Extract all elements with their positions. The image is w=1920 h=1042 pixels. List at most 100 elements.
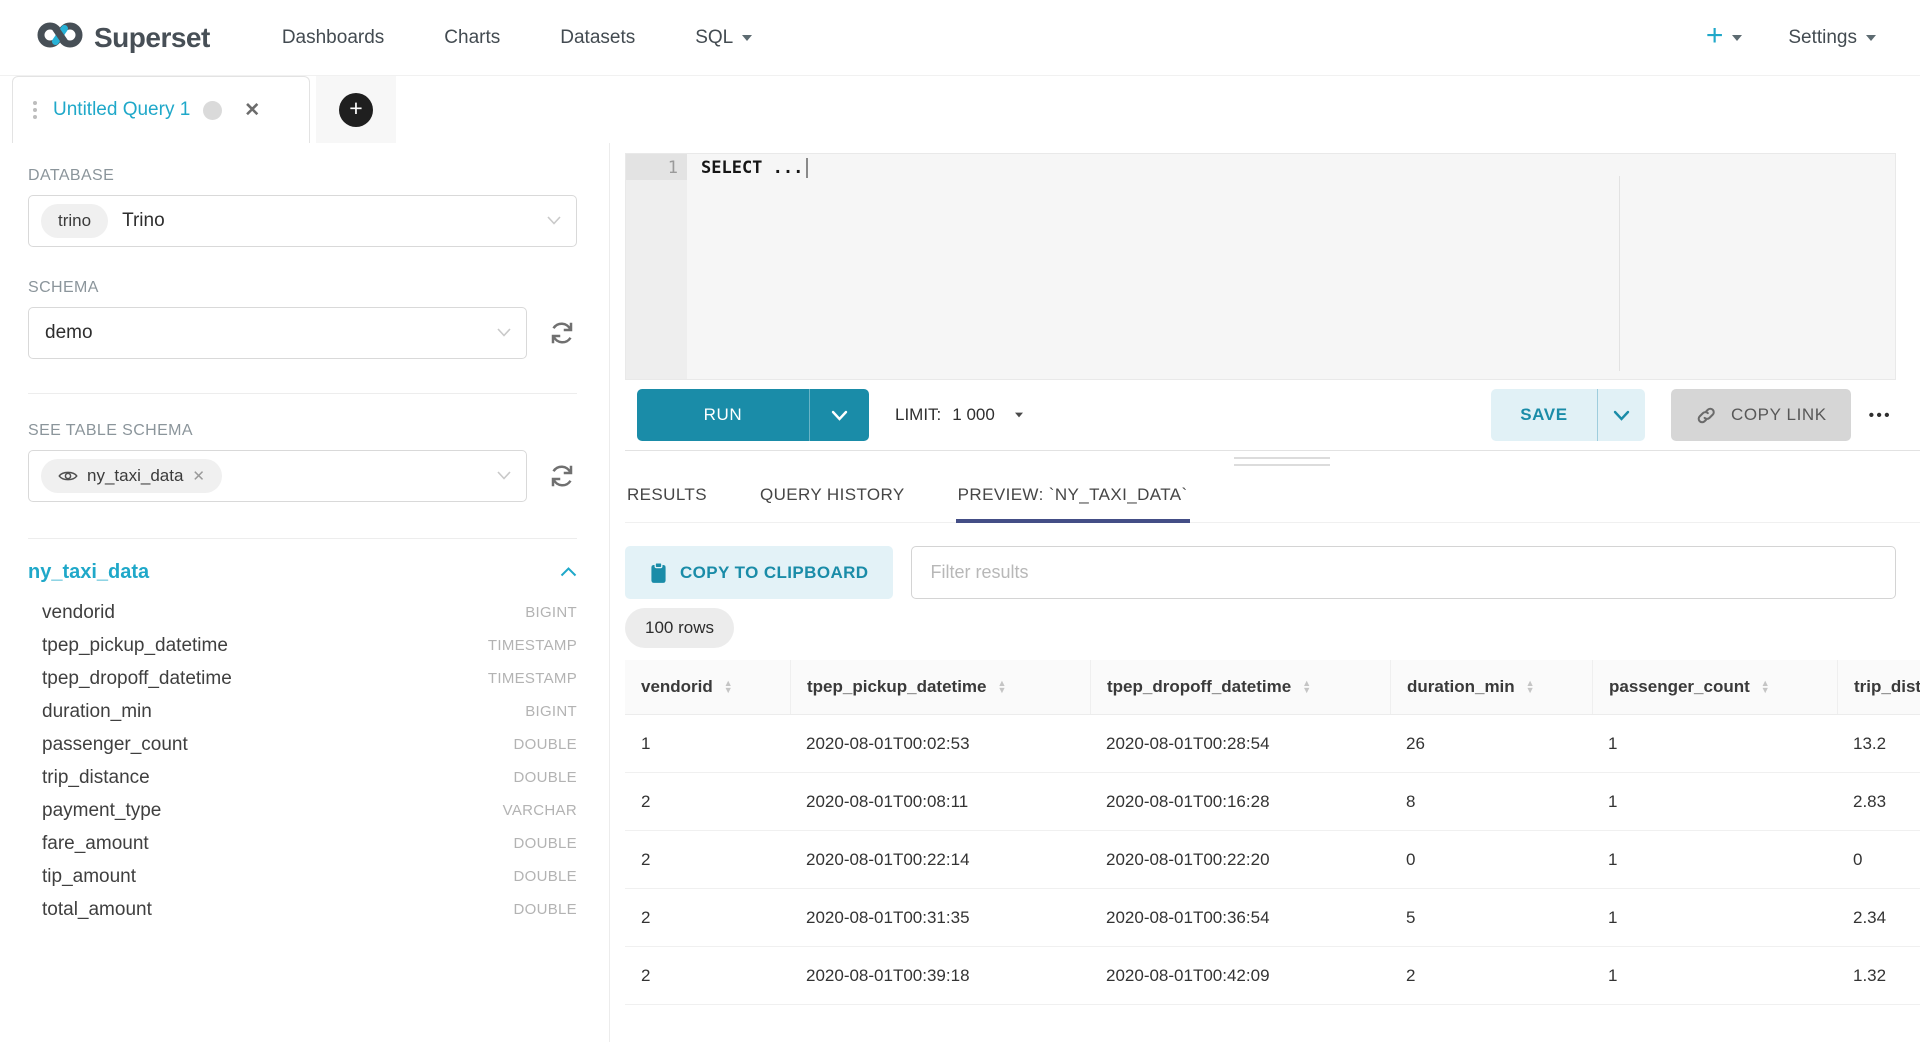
database-select[interactable]: trino Trino [28,195,577,247]
limit-value: 1 000 [952,405,995,425]
resize-handle[interactable] [1234,457,1330,471]
table-cell: 0 [1390,850,1592,870]
column-name: vendorid [42,602,115,624]
query-tab[interactable]: Untitled Query 1 ✕ [12,76,310,143]
schema-select[interactable]: demo [28,307,527,359]
superset-logo[interactable]: Superset [37,19,210,56]
sort-icon: ▲▼ [998,680,1007,695]
results-table: vendorid ▲▼ tpep_pickup_datetime ▲▼ tpep… [625,660,1920,1005]
editor-gutter: 1 [626,154,687,379]
link-icon [1695,404,1718,427]
sort-icon: ▲▼ [724,680,733,695]
refresh-table-icon[interactable] [547,461,577,491]
sort-icon: ▲▼ [1526,680,1535,695]
table-body: 1 2020-08-01T00:02:53 2020-08-01T00:28:5… [625,715,1920,1005]
save-options-button[interactable] [1597,389,1645,441]
database-label: DATABASE [28,167,577,185]
table-cell: 1 [1592,792,1837,812]
nav-item[interactable]: Datasets [530,27,665,49]
column-name: total_amount [42,899,152,921]
table-row: 2 2020-08-01T00:22:14 2020-08-01T00:22:2… [625,831,1920,889]
row-count-badge: 100 rows [625,608,734,648]
plus-icon: + [1706,21,1724,51]
table-cell: 2 [625,908,790,928]
editor-toolbar: RUN LIMIT: 1 000 SAVE COPY LINK [625,389,1892,441]
result-tab-label: PREVIEW: `NY_TAXI_DATA` [958,485,1188,504]
run-button-group: RUN [637,389,869,441]
copy-to-clipboard-button[interactable]: COPY TO CLIPBOARD [625,546,893,599]
table-cell: 2 [625,850,790,870]
new-query-tab-button[interactable]: + [339,93,373,127]
table-header-label: tpep_pickup_datetime [807,677,987,697]
nav-items: Dashboards Charts Datasets SQL [252,27,782,49]
table-header-cell[interactable]: duration_min ▲▼ [1390,660,1592,714]
table-schema-label: SEE TABLE SCHEMA [28,422,577,440]
table-cell: 2020-08-01T00:16:28 [1090,792,1390,812]
refresh-schema-icon[interactable] [547,318,577,348]
run-options-button[interactable] [809,389,869,441]
chevron-up-icon[interactable] [560,564,577,582]
table-cell: 2020-08-01T00:28:54 [1090,734,1390,754]
chevron-down-icon [497,324,511,342]
query-tabstrip: Untitled Query 1 ✕ + [0,76,1920,143]
table-row: 2 2020-08-01T00:08:11 2020-08-01T00:16:2… [625,773,1920,831]
table-cell: 0 [1837,850,1920,870]
table-select[interactable]: ny_taxi_data ✕ [28,450,527,502]
table-header-cell[interactable]: vendorid ▲▼ [625,660,790,714]
remove-table-icon[interactable]: ✕ [192,467,205,485]
run-button[interactable]: RUN [637,389,809,441]
top-nav: Superset Dashboards Charts Datasets SQL … [0,0,1920,76]
table-header-cell[interactable]: tpep_dropoff_datetime ▲▼ [1090,660,1390,714]
chevron-down-icon [547,212,561,230]
filter-results-input[interactable] [911,546,1896,599]
sql-code-area[interactable]: SELECT ... [687,154,1895,379]
sqllab-sidebar: DATABASE trino Trino SCHEMA demo S [12,143,610,1042]
column-list-item: fare_amount DOUBLE [28,827,577,860]
table-header-label: trip_distance [1854,677,1920,697]
limit-dropdown[interactable]: LIMIT: 1 000 [895,405,1024,425]
result-tab-label: RESULTS [627,485,707,504]
table-header-label: passenger_count [1609,677,1750,697]
result-tab[interactable]: RESULTS [625,471,709,522]
chevron-down-icon [497,467,511,485]
column-type: BIGINT [525,604,577,621]
chevron-down-icon [742,35,752,41]
table-header-cell[interactable]: trip_distance ▲▼ [1837,660,1920,714]
table-cell: 1 [625,734,790,754]
table-cell: 2 [625,966,790,986]
copy-link-button[interactable]: COPY LINK [1671,389,1851,441]
column-list-item: tpep_pickup_datetime TIMESTAMP [28,629,577,662]
superset-infinity-icon [37,19,83,56]
result-tabs: RESULTS QUERY HISTORY PREVIEW: `NY_TAXI_… [625,471,1920,523]
nav-item[interactable]: Dashboards [252,27,414,49]
nav-item[interactable]: Charts [414,27,530,49]
clipboard-icon [650,562,667,584]
table-header-cell[interactable]: tpep_pickup_datetime ▲▼ [790,660,1090,714]
schema-label: SCHEMA [28,279,577,297]
more-options-button[interactable]: ••• [1869,407,1892,424]
column-list-item: tpep_dropoff_datetime TIMESTAMP [28,662,577,695]
drag-handle-icon[interactable] [33,101,37,119]
result-tab[interactable]: PREVIEW: `NY_TAXI_DATA` [956,471,1190,522]
chevron-down-icon [1866,35,1876,41]
table-header-cell[interactable]: passenger_count ▲▼ [1592,660,1837,714]
new-item-button[interactable]: + [1706,24,1743,51]
table-schema-header[interactable]: ny_taxi_data [28,561,577,584]
sort-icon: ▲▼ [1302,680,1311,695]
table-cell: 2020-08-01T00:02:53 [790,734,1090,754]
column-list-item: duration_min BIGINT [28,695,577,728]
table-cell: 1 [1592,850,1837,870]
table-name: ny_taxi_data [28,561,149,584]
pane-divider [625,450,1920,471]
table-cell: 26 [1390,734,1592,754]
chevron-down-icon [1732,35,1742,41]
column-type: DOUBLE [514,901,578,918]
save-button[interactable]: SAVE [1491,389,1597,441]
settings-menu[interactable]: Settings [1788,27,1876,49]
result-tab-label: QUERY HISTORY [760,485,905,504]
nav-right: + Settings [1706,24,1876,51]
column-list-item: passenger_count DOUBLE [28,728,577,761]
nav-item[interactable]: SQL [665,27,782,49]
close-icon[interactable]: ✕ [244,99,260,122]
result-tab[interactable]: QUERY HISTORY [758,471,907,522]
